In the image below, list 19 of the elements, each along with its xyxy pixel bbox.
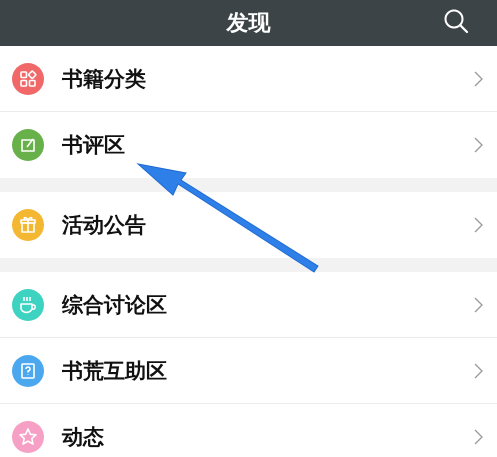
- chevron-icon: [474, 217, 483, 233]
- chevron-icon: [474, 362, 483, 378]
- item-label: 活动公告: [62, 212, 147, 239]
- item-label: 书荒互助区: [62, 358, 168, 384]
- item-label: 综合讨论区: [62, 292, 168, 318]
- page-title: 发现: [226, 10, 270, 38]
- chevron-icon: [474, 70, 483, 86]
- menu-item[interactable]: 综合讨论区: [0, 272, 497, 338]
- item-label: 动态: [62, 424, 105, 451]
- chevron-icon: [474, 137, 483, 153]
- chevron-icon: [474, 429, 483, 445]
- item-label: 书籍分类: [62, 66, 147, 92]
- menu-item[interactable]: 书荒互助区: [0, 338, 497, 404]
- menu-item[interactable]: 书籍分类: [0, 46, 497, 112]
- item-label: 书评区: [62, 132, 126, 159]
- menu-item[interactable]: 动态: [0, 404, 497, 457]
- search-icon[interactable]: [443, 8, 469, 34]
- chevron-icon: [474, 296, 483, 312]
- menu-item[interactable]: 书评区: [0, 112, 497, 178]
